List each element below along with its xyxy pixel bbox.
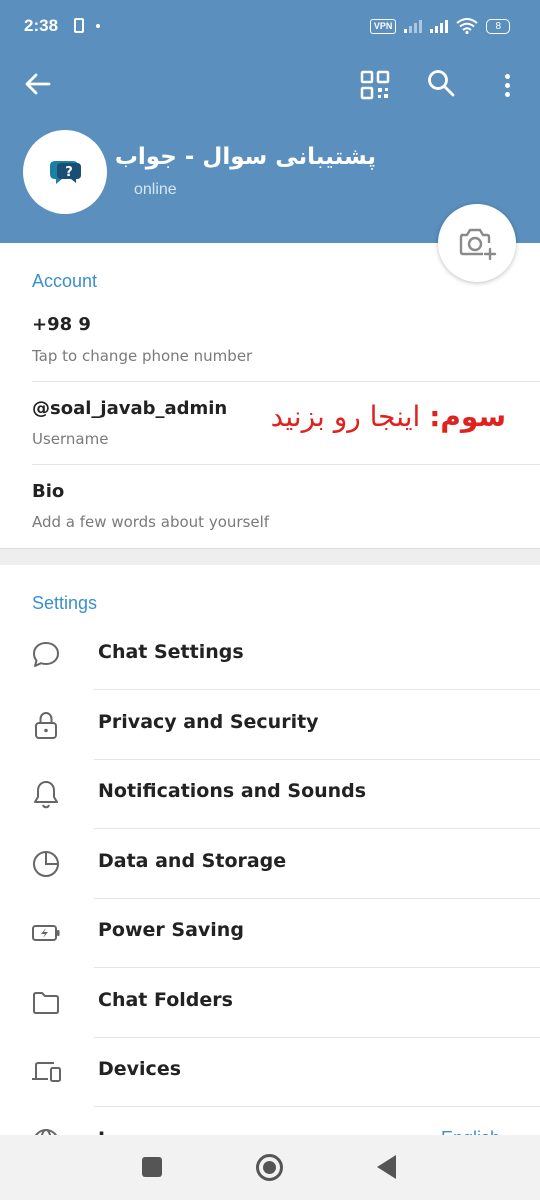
settings-item-privacy[interactable]: Privacy and Security [0, 690, 540, 760]
settings-item-chat-settings[interactable]: Chat Settings [0, 620, 540, 690]
dot-icon [504, 91, 510, 97]
settings-section-title: Settings [32, 593, 98, 613]
settings-item-label: Power Saving [98, 919, 244, 941]
bell-icon [30, 778, 62, 810]
dot-icon [504, 73, 510, 79]
home-button[interactable] [256, 1154, 283, 1181]
more-options-button[interactable] [494, 68, 520, 102]
section-gap [0, 548, 540, 565]
chat-question-icon: ? [50, 161, 81, 184]
settings-item-label: Data and Storage [98, 850, 287, 872]
wifi-icon [456, 18, 479, 35]
status-bar: 2:38 VPN 8 [0, 0, 540, 54]
set-photo-button[interactable] [438, 204, 516, 282]
account-section-title: Account [32, 271, 98, 291]
divider [32, 381, 540, 382]
avatar[interactable]: ? [23, 130, 107, 214]
notification-dot-icon [96, 24, 100, 28]
settings-item-power-saving[interactable]: Power Saving [0, 898, 540, 968]
svg-text:?: ? [65, 165, 73, 180]
settings-item-devices[interactable]: Devices [0, 1037, 540, 1107]
search-icon [428, 70, 455, 97]
pie-chart-icon [30, 848, 62, 880]
bio-hint: Add a few words about yourself [32, 513, 270, 531]
divider [32, 464, 540, 465]
settings-item-notifications[interactable]: Notifications and Sounds [0, 759, 540, 829]
settings-item-label: Privacy and Security [98, 711, 319, 733]
vpn-icon: VPN [369, 18, 397, 34]
devices-icon [30, 1056, 62, 1088]
signal-icon [430, 19, 449, 33]
dot-icon [504, 82, 510, 88]
phone-hint: Tap to change phone number [32, 347, 253, 365]
settings-item-label: Devices [98, 1058, 182, 1080]
chat-bubble-icon [30, 639, 62, 671]
instruction-annotation: سوم: اینجا رو بزنید [271, 400, 506, 433]
recents-button[interactable] [142, 1157, 162, 1177]
settings-item-chat-folders[interactable]: Chat Folders [0, 968, 540, 1038]
search-button[interactable] [424, 66, 458, 100]
username-hint: Username [32, 430, 109, 448]
profile-name: پشتیبانی سوال - جواب [114, 144, 376, 170]
arrow-left-icon [25, 73, 51, 95]
profile-status: online [134, 181, 177, 198]
settings-item-label: Notifications and Sounds [98, 780, 367, 802]
qr-code-icon [360, 70, 390, 100]
settings-item-label: Chat Settings [98, 641, 244, 663]
battery-icon: 8 [486, 18, 510, 34]
status-indicators: VPN 8 [369, 16, 510, 36]
folder-icon [30, 987, 62, 1019]
system-nav-bar [0, 1135, 540, 1200]
back-button[interactable] [22, 68, 54, 100]
battery-saver-icon [74, 18, 84, 33]
signal-icon [404, 19, 423, 33]
back-nav-button[interactable] [377, 1155, 396, 1179]
annotation-prefix: سوم: [429, 400, 506, 433]
status-time: 2:38 [24, 16, 59, 35]
annotation-text: اینجا رو بزنید [270, 400, 421, 433]
settings-item-label: Chat Folders [98, 989, 233, 1011]
qr-code-button[interactable] [358, 68, 392, 102]
username: @soal_javab_admin [32, 398, 228, 419]
settings-item-data-storage[interactable]: Data and Storage [0, 829, 540, 899]
camera-add-icon [459, 228, 497, 261]
bio-label: Bio [32, 481, 65, 502]
phone-number: +98 9 [32, 314, 91, 335]
profile-header: 2:38 VPN 8 ? پشتیبانی سوال - جواب online [0, 0, 540, 243]
battery-bolt-icon [30, 917, 62, 949]
lock-icon [30, 709, 62, 741]
